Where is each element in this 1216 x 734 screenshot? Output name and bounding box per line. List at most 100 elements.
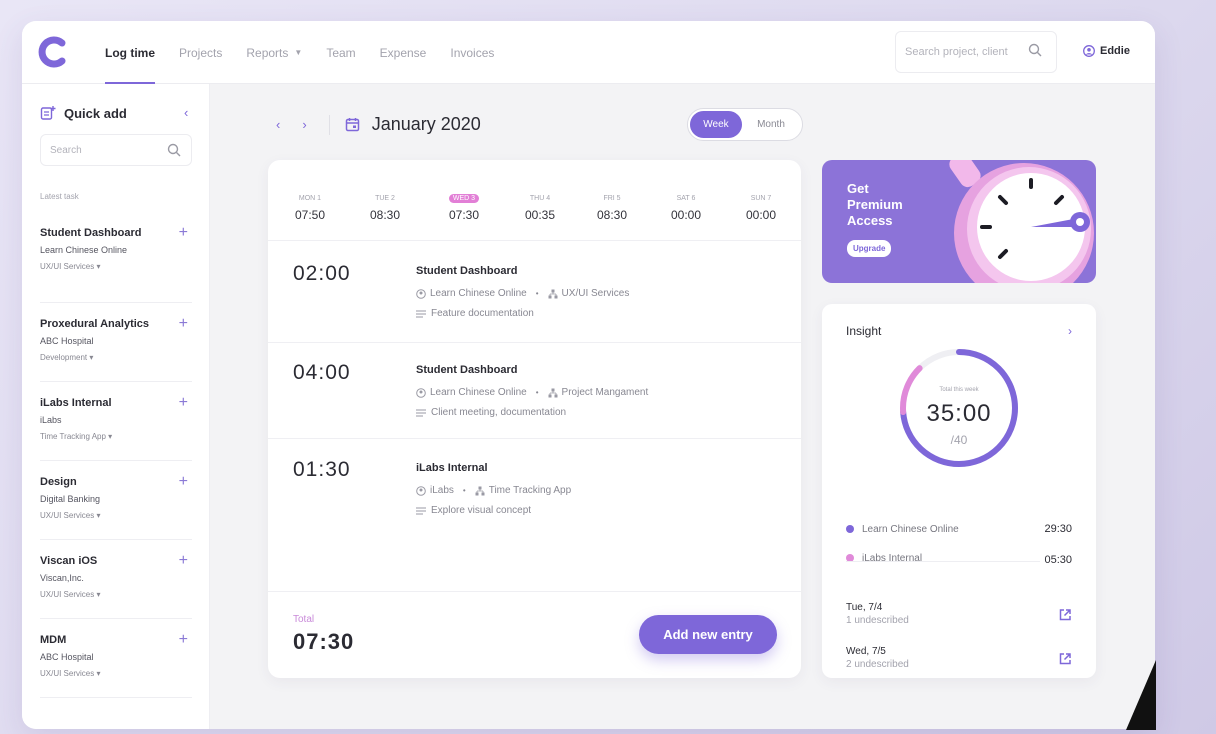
entry-meta: iLabs • Time Tracking App	[416, 485, 571, 496]
search-icon	[167, 143, 181, 157]
month-view-button[interactable]: Month	[742, 111, 800, 138]
user-avatar-icon	[1083, 45, 1095, 57]
task-name: Proxedural Analytics	[40, 318, 150, 330]
insight-legend-row: Learn Chinese Online 29:30	[846, 523, 1072, 535]
app-window: Log time Projects Reports ▼ Team Expense …	[22, 21, 1155, 729]
nav-invoices[interactable]: Invoices	[450, 21, 494, 84]
user-menu[interactable]: Eddie	[1083, 45, 1130, 57]
task-name: Design	[40, 476, 77, 488]
search-input[interactable]: Search project, client	[895, 31, 1057, 73]
entry-description: Explore visual concept	[416, 505, 531, 516]
app-logo-icon[interactable]	[38, 35, 68, 69]
entry-meta: Learn Chinese Online • UX/UI Services	[416, 288, 629, 299]
task-client: ABC Hospital	[40, 336, 94, 346]
task-client: iLabs	[40, 415, 62, 425]
total-label: Total	[293, 614, 315, 625]
add-icon[interactable]: +	[179, 315, 188, 333]
insight-title: Insight	[846, 324, 882, 338]
decorative-corner	[1126, 660, 1156, 730]
notes-icon	[416, 310, 426, 317]
nav-log-time[interactable]: Log time	[105, 21, 155, 84]
task-service-dropdown[interactable]: UX/UI Services ▾	[40, 262, 192, 271]
search-placeholder: Search project, client	[905, 46, 1008, 58]
service-icon	[475, 486, 485, 495]
day-column-thu[interactable]: THU 4 00:35	[510, 187, 570, 222]
top-nav-bar: Log time Projects Reports ▼ Team Expense …	[22, 21, 1155, 84]
premium-banner: Get Premium Access Upgrade	[822, 160, 1096, 283]
task-service-dropdown[interactable]: UX/UI Services ▾	[40, 511, 192, 520]
nav-reports[interactable]: Reports ▼	[246, 21, 302, 84]
sidebar-search-input[interactable]: Search	[40, 134, 192, 166]
day-column-fri[interactable]: FRI 5 08:30	[582, 187, 642, 222]
service-icon	[548, 388, 558, 397]
time-entry[interactable]: 04:00 Student Dashboard Learn Chinese On…	[268, 343, 801, 439]
entry-meta: Learn Chinese Online • Project Mangament	[416, 387, 648, 398]
task-client: Viscan,Inc.	[40, 573, 84, 583]
list-item: Viscan iOS Viscan,Inc. UX/UI Services ▾ …	[40, 540, 192, 619]
time-entry[interactable]: 01:30 iLabs Internal iLabs • Time Tracki…	[268, 439, 801, 591]
nav-team[interactable]: Team	[326, 21, 355, 84]
entry-duration: 04:00	[293, 361, 351, 384]
add-new-entry-button[interactable]: Add new entry	[639, 615, 777, 654]
nav-projects[interactable]: Projects	[179, 21, 222, 84]
undescribed-item: Wed, 7/5 2 undescribed	[846, 646, 1072, 670]
list-item: MDM ABC Hospital UX/UI Services ▾ +	[40, 619, 192, 698]
quick-add-sidebar: Quick add ‹ Search Latest task Student D…	[22, 84, 210, 729]
open-external-icon[interactable]	[1058, 608, 1072, 622]
task-service-dropdown[interactable]: Time Tracking App ▾	[40, 432, 192, 441]
add-icon[interactable]: +	[179, 552, 188, 570]
upgrade-button[interactable]: Upgrade	[847, 240, 892, 257]
premium-text: Get Premium Access	[847, 181, 903, 228]
list-item: Student Dashboard Learn Chinese Online U…	[40, 224, 192, 303]
week-view-button[interactable]: Week	[690, 111, 742, 138]
search-icon	[1028, 43, 1042, 57]
day-column-sat[interactable]: SAT 6 00:00	[656, 187, 716, 222]
task-client: Digital Banking	[40, 494, 101, 504]
main-nav: Log time Projects Reports ▼ Team Expense …	[105, 21, 518, 84]
total-value: 07:30	[293, 629, 355, 654]
chevron-down-icon: ▼	[294, 48, 303, 57]
day-column-tue[interactable]: TUE 2 08:30	[355, 187, 415, 222]
user-name: Eddie	[1100, 45, 1130, 57]
add-icon[interactable]: +	[179, 473, 188, 491]
time-entry[interactable]: 02:00 Student Dashboard Learn Chinese On…	[268, 241, 801, 343]
task-service-dropdown[interactable]: Development ▾	[40, 353, 192, 362]
day-column-mon[interactable]: MON 1 07:50	[280, 187, 340, 222]
add-icon[interactable]: +	[179, 224, 188, 242]
day-column-sun[interactable]: SUN 7 00:00	[731, 187, 791, 222]
entry-description: Client meeting, documentation	[416, 407, 566, 418]
date-navigation: ‹ › January 2020	[276, 114, 481, 135]
quick-add-title: Quick add	[40, 105, 127, 121]
client-icon	[416, 387, 426, 398]
month-title: January 2020	[371, 114, 481, 134]
entry-duration: 01:30	[293, 458, 351, 481]
latest-task-list: Student Dashboard Learn Chinese Online U…	[40, 224, 192, 698]
add-note-icon	[40, 106, 56, 120]
divider	[846, 561, 1040, 562]
task-name: MDM	[40, 634, 67, 646]
collapse-sidebar-icon[interactable]: ‹	[184, 105, 188, 120]
day-column-wed[interactable]: WED 3 07:30	[434, 187, 494, 222]
entry-description: Feature documentation	[416, 308, 534, 319]
task-client: ABC Hospital	[40, 652, 94, 662]
add-icon[interactable]: +	[179, 394, 188, 412]
open-external-icon[interactable]	[1058, 652, 1072, 666]
nav-expense[interactable]: Expense	[380, 21, 427, 84]
task-service-dropdown[interactable]: UX/UI Services ▾	[40, 590, 192, 599]
week-days-strip: MON 1 07:50 TUE 2 08:30 WED 3 07:30 THU …	[268, 160, 801, 241]
chevron-right-icon[interactable]: ›	[302, 117, 306, 132]
calendar-icon[interactable]	[345, 117, 360, 132]
weekly-max: /40	[950, 433, 968, 447]
ring-label: Total this week	[939, 387, 979, 393]
entry-title: Student Dashboard	[416, 265, 518, 277]
add-icon[interactable]: +	[179, 631, 188, 649]
list-item: iLabs Internal iLabs Time Tracking App ▾…	[40, 382, 192, 461]
list-item: Design Digital Banking UX/UI Services ▾ …	[40, 461, 192, 540]
chevron-left-icon[interactable]: ‹	[276, 117, 280, 132]
latest-task-label: Latest task	[40, 192, 79, 201]
task-client: Learn Chinese Online	[40, 245, 128, 255]
task-name: iLabs Internal	[40, 397, 112, 409]
list-item: Proxedural Analytics ABC Hospital Develo…	[40, 303, 192, 382]
chevron-right-icon[interactable]: ›	[1068, 324, 1072, 338]
task-service-dropdown[interactable]: UX/UI Services ▾	[40, 669, 192, 678]
